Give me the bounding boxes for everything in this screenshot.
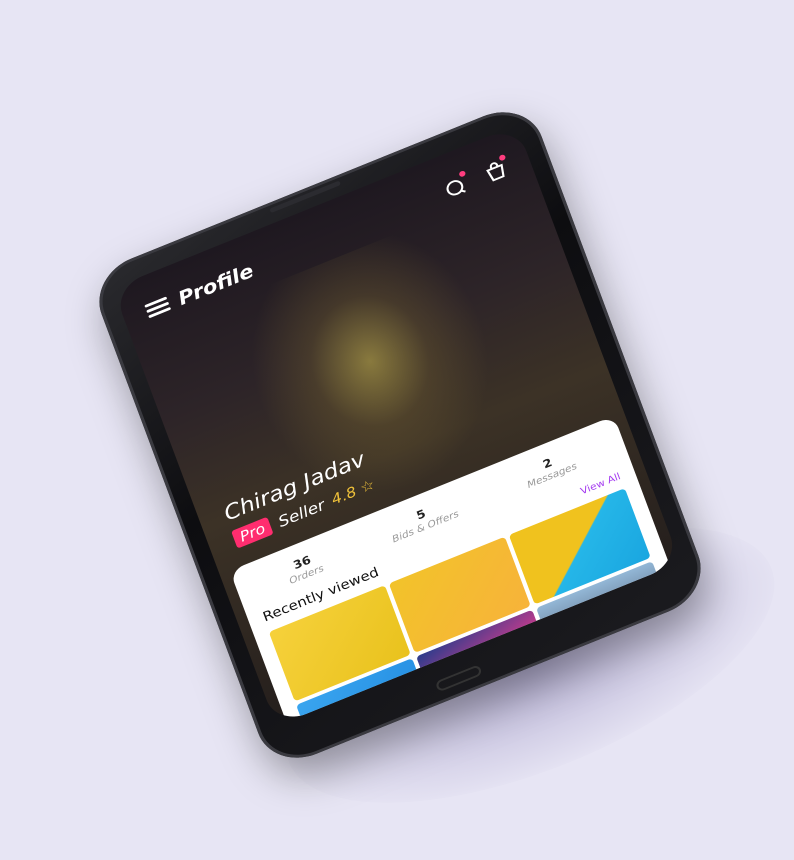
menu-icon[interactable]	[144, 296, 172, 319]
notification-dot	[458, 170, 467, 178]
stat-messages[interactable]: 2 Messages	[521, 447, 579, 491]
chat-icon[interactable]	[441, 170, 470, 201]
stat-orders[interactable]: 36 Orders	[283, 550, 325, 587]
cart-icon[interactable]	[481, 153, 510, 185]
top-icons	[441, 153, 510, 201]
app-screen: Profile Chirag Jadav Pro Seller 4.8 ☆ 36…	[112, 124, 681, 726]
usb-port	[434, 664, 483, 693]
cart-dot	[498, 153, 507, 162]
